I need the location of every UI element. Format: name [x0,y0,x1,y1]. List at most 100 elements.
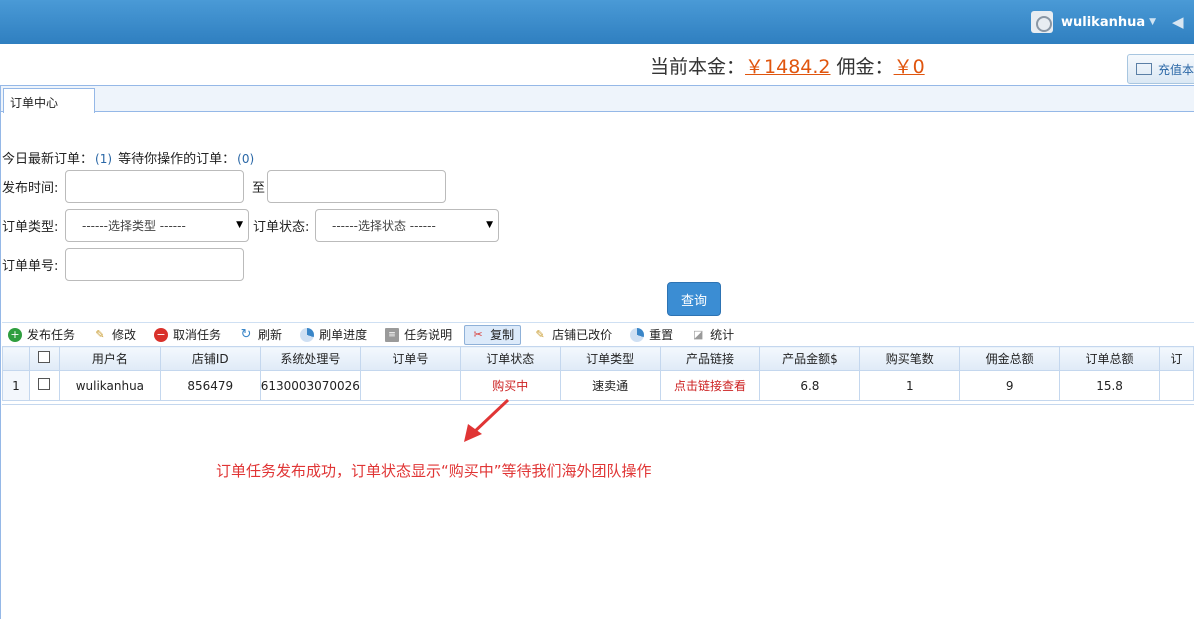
column-header[interactable]: 用户名 [58,346,161,371]
refresh-button[interactable]: ↻ 刷新 [233,325,288,345]
table-cell: wulikanhua [58,370,161,401]
username: wulikanhua [1061,14,1146,30]
table-cell: 15.8 [1059,370,1160,401]
column-header[interactable]: 订单总额 [1059,346,1160,371]
statistics-button[interactable]: ◪ 统计 [685,325,740,345]
column-header[interactable]: 佣金总额 [959,346,1061,371]
cancel-icon: − [154,327,169,342]
table-cell: 9 [959,370,1061,401]
order-no-label: 订单单号: [2,259,59,274]
principal-value[interactable]: ￥1484.2 [745,56,830,78]
order-type-select[interactable]: ------选择类型 ------ ▼ [65,209,249,242]
chevron-down-icon: ▼ [1149,17,1157,27]
refresh-icon: ↻ [240,327,252,342]
table-cell: 856479 [159,370,261,401]
tab-label: 订单中心 [10,96,59,110]
tab-order-center[interactable]: 订单中心 [3,88,95,113]
table-cell: 速卖通 [559,370,661,401]
toolbar-label: 统计 [710,328,735,342]
waiting-label: 等待你操作的订单： [118,152,236,167]
publish-time-label: 发布时间: [2,181,59,196]
progress-button[interactable]: 刷单进度 [294,325,373,345]
dropdown-arrow-icon: ▼ [486,220,493,230]
query-button[interactable]: 查询 [667,282,721,316]
table-cell [1158,370,1194,401]
speaker-icon[interactable]: ◀ [1172,13,1184,31]
table-cell: 6130003070026 [259,370,361,401]
order-status-label: 订单状态: [253,220,310,235]
cancel-task-button[interactable]: − 取消任务 [148,325,227,345]
toolbar-label: 重置 [649,328,674,342]
column-header[interactable]: 订单号 [359,346,461,371]
task-description-button[interactable]: ≡ 任务说明 [379,325,458,345]
toolbar-label: 发布任务 [27,328,76,342]
toolbar: + 发布任务 ✎ 修改 − 取消任务 ↻ 刷新 刷单进度 ≡ 任务说明 ✂ 复制… [2,322,1194,346]
toolbar-label: 复制 [490,328,515,342]
column-header[interactable]: 产品金额$ [759,346,861,371]
column-header[interactable]: 订单状态 [459,346,561,371]
column-header[interactable]: 产品链接 [659,346,761,371]
tab-bar: 订单中心 [1,86,1194,113]
toolbar-label: 刷新 [258,328,283,342]
column-header[interactable]: 订 [1158,346,1194,371]
balance-bar: 当前本金：￥1484.2 佣金：￥0 [650,52,925,79]
annotation-text: 订单任务发布成功，订单状态显示“购买中”等待我们海外团队操作 [216,462,652,480]
toolbar-label: 取消任务 [173,328,222,342]
table-header-row: 用户名 店铺ID 系统处理号 订单号 订单状态 订单类型 产品链接 产品金额$ … [2,346,1194,371]
toolbar-label: 刷单进度 [319,328,368,342]
commission-label: 佣金： [836,56,894,78]
product-link[interactable]: 点击链接查看 [659,370,761,401]
column-header[interactable]: 店铺ID [159,346,261,371]
copy-button[interactable]: ✂ 复制 [464,324,522,345]
publish-time-start-input[interactable] [65,170,244,203]
order-type-value: ------选择类型 ------ [82,219,186,233]
order-status-cell: 购买中 [459,370,561,401]
to-label: 至 [252,181,266,196]
checkbox[interactable] [38,378,51,390]
table-cell: 1 [859,370,961,401]
today-label: 今日最新订单： [2,152,94,167]
scissors-icon: ✂ [473,328,483,341]
annotation-arrow-icon [464,398,510,442]
table-cell [359,370,461,401]
order-status-select[interactable]: ------选择状态 ------ ▼ [315,209,499,242]
principal-label: 当前本金： [650,56,746,78]
select-all-checkbox-header[interactable] [28,346,60,371]
card-icon [1136,63,1152,75]
order-type-label: 订单类型: [2,220,59,235]
column-header[interactable]: 购买笔数 [859,346,961,371]
column-header[interactable]: 订单类型 [559,346,661,371]
add-icon: + [8,327,22,342]
column-header[interactable]: 系统处理号 [259,346,361,371]
publish-task-button[interactable]: + 发布任务 [2,325,81,345]
user-menu[interactable]: wulikanhua ▼ [1031,11,1156,33]
checkbox[interactable] [38,351,51,363]
edit-button[interactable]: ✎ 修改 [87,325,142,345]
top-bar: wulikanhua ▼ ◀ [0,0,1194,44]
publish-time-end-input[interactable] [267,170,446,203]
order-no-input[interactable] [65,248,244,281]
order-status-value: ------选择状态 ------ [332,219,436,233]
table-empty-area [2,404,1194,619]
today-count[interactable]: (1) [95,152,112,166]
table-row[interactable]: 1 wulikanhua 856479 6130003070026 购买中 速卖… [2,370,1194,401]
avatar [1031,11,1053,33]
order-summary: 今日最新订单： (1) 等待你操作的订单： (0) [2,148,256,167]
dropdown-arrow-icon: ▼ [236,220,243,230]
commission-value[interactable]: ￥0 [894,56,925,78]
row-number: 1 [2,370,30,401]
reset-button[interactable]: 重置 [624,325,679,345]
toolbar-label: 修改 [112,328,137,342]
reset-icon [630,327,645,342]
toolbar-label: 任务说明 [404,328,453,342]
pencil-icon: ✎ [535,328,545,341]
recharge-button[interactable]: 充值本 [1127,54,1194,84]
recharge-label: 充值本 [1158,62,1194,77]
waiting-count[interactable]: (0) [237,152,254,166]
eraser-icon: ◪ [692,328,704,341]
shop-price-changed-button[interactable]: ✎ 店铺已改价 [527,325,618,345]
document-icon: ≡ [385,327,400,342]
row-checkbox-cell[interactable] [28,370,60,401]
row-number-header [2,346,30,371]
toolbar-label: 店铺已改价 [552,328,613,342]
